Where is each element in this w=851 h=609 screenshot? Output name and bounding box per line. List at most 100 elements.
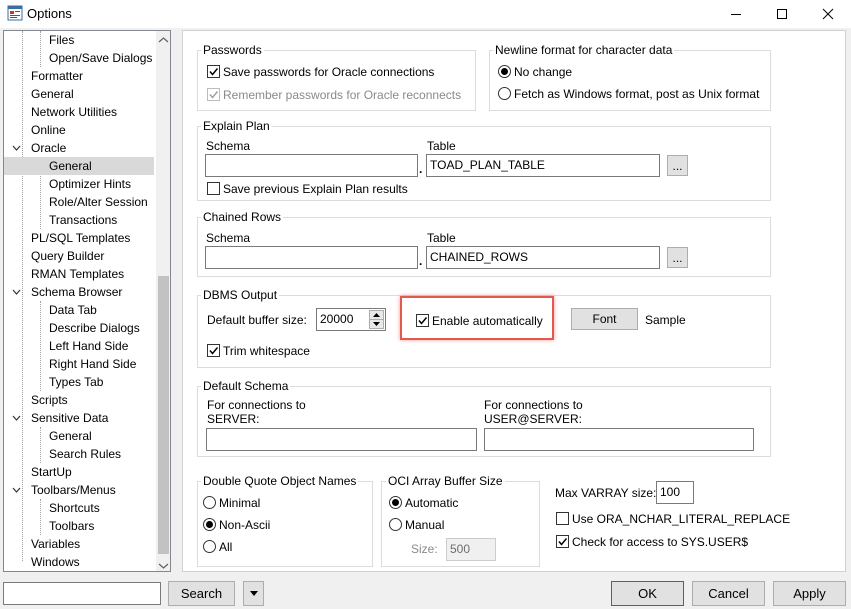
newline-group — [489, 50, 771, 111]
max-varray-label: Max VARRAY size: — [555, 486, 657, 500]
tree-guide-line — [40, 499, 41, 535]
tree-item-rman-templates[interactable]: RMAN Templates — [31, 265, 124, 283]
checkmark-icon — [209, 68, 219, 76]
search-button[interactable]: Search — [168, 581, 235, 606]
chained-table-input[interactable]: CHAINED_ROWS — [426, 246, 660, 269]
tree-item-left-hand-side[interactable]: Left Hand Side — [49, 337, 128, 355]
tree-item-role-alter-session[interactable]: Role/Alter Session — [49, 193, 148, 211]
chained-schema-label: Schema — [206, 231, 251, 245]
tree-scrollbar-thumb[interactable] — [158, 276, 169, 554]
tree-item-types-tab[interactable]: Types Tab — [49, 373, 103, 391]
double-quote-legend: Double Quote Object Names — [201, 474, 359, 488]
non-ascii-radio[interactable] — [203, 518, 216, 531]
save-previous-explain-checkbox[interactable] — [207, 182, 220, 195]
tree-item-search-rules[interactable]: Search Rules — [49, 445, 121, 463]
explain-table-input[interactable]: TOAD_PLAN_TABLE — [426, 154, 660, 177]
tree-item-query-builder[interactable]: Query Builder — [31, 247, 104, 265]
chevron-down-icon[interactable] — [10, 283, 22, 301]
spin-up-icon[interactable] — [369, 310, 384, 320]
tree-guide-line — [22, 31, 23, 561]
maximize-button[interactable] — [759, 0, 805, 28]
all-radio[interactable] — [203, 540, 216, 553]
manual-radio[interactable] — [389, 518, 402, 531]
cancel-button[interactable]: Cancel — [692, 581, 765, 606]
tree-item-scripts[interactable]: Scripts — [31, 391, 68, 409]
tree-item-describe-dialogs[interactable]: Describe Dialogs — [49, 319, 140, 337]
max-varray-input[interactable]: 100 — [656, 481, 694, 504]
minimal-label: Minimal — [219, 496, 261, 510]
minimize-icon — [731, 14, 741, 15]
tree-guide-line — [40, 301, 41, 391]
save-previous-explain-label: Save previous Explain Plan results — [223, 182, 408, 196]
minimal-radio[interactable] — [203, 496, 216, 509]
tree-item-general[interactable]: General — [31, 85, 74, 103]
checkmark-icon — [558, 538, 568, 546]
explain-table-label: Table — [427, 139, 456, 153]
tree-item-toolbars[interactable]: Toolbars — [49, 517, 94, 535]
tree-item-data-tab[interactable]: Data Tab — [49, 301, 97, 319]
fetch-windows-radio[interactable] — [498, 87, 511, 100]
trim-whitespace-checkbox[interactable] — [207, 344, 220, 357]
tree-item-startup[interactable]: StartUp — [31, 463, 72, 481]
remember-passwords-checkbox — [207, 88, 220, 101]
tree-item-oracle-general[interactable]: General — [49, 157, 92, 175]
fetch-windows-label: Fetch as Windows format, post as Unix fo… — [514, 87, 760, 101]
tree-item-open-save-dialogs[interactable]: Open/Save Dialogs — [49, 49, 152, 67]
scroll-up-icon[interactable] — [158, 33, 169, 47]
tree-item-right-hand-side[interactable]: Right Hand Side — [49, 355, 136, 373]
maximize-icon — [777, 9, 787, 19]
close-icon — [822, 8, 834, 20]
automatic-radio[interactable] — [389, 496, 402, 509]
newline-legend: Newline format for character data — [493, 43, 675, 57]
tree-item-toolbars-menus[interactable]: Toolbars/Menus — [31, 481, 116, 499]
search-input[interactable] — [3, 582, 161, 605]
spin-down-icon[interactable] — [369, 320, 384, 329]
nchar-literal-checkbox[interactable] — [556, 512, 569, 525]
chevron-down-icon[interactable] — [10, 409, 22, 427]
tree-item-transactions[interactable]: Transactions — [49, 211, 117, 229]
tree-item-shortcuts[interactable]: Shortcuts — [49, 499, 100, 517]
nchar-literal-label: Use ORA_NCHAR_LITERAL_REPLACE — [572, 512, 791, 526]
tree-item-files[interactable]: Files — [49, 31, 74, 49]
server-schema-input[interactable] — [206, 428, 477, 451]
sys-user-access-label: Check for access to SYS.USER$ — [572, 535, 749, 549]
tree-item-schema-browser[interactable]: Schema Browser — [31, 283, 122, 301]
tree-guide-line — [40, 31, 41, 67]
minimize-button[interactable] — [713, 0, 759, 28]
default-schema-legend: Default Schema — [201, 379, 291, 393]
chained-schema-input[interactable] — [205, 246, 418, 269]
tree-item-optimizer-hints[interactable]: Optimizer Hints — [49, 175, 131, 193]
chained-browse-button[interactable]: ... — [667, 247, 688, 268]
tree-item-variables[interactable]: Variables — [31, 535, 80, 553]
chained-dot: . — [419, 254, 423, 268]
server-label-line1: For connections to — [207, 398, 306, 412]
font-sample-label: Sample — [645, 313, 686, 327]
explain-schema-input[interactable] — [205, 154, 418, 177]
tree-item-network-utilities[interactable]: Network Utilities — [31, 103, 117, 121]
window-title: Options — [27, 6, 72, 21]
tree-item-formatter[interactable]: Formatter — [31, 67, 83, 85]
close-button[interactable] — [805, 0, 851, 28]
tree-item-sensitive-general[interactable]: General — [49, 427, 92, 445]
sys-user-access-checkbox[interactable] — [556, 535, 569, 548]
font-button[interactable]: Font — [571, 308, 638, 330]
user-server-schema-input[interactable] — [484, 428, 754, 451]
save-passwords-checkbox[interactable] — [207, 65, 220, 78]
ok-button[interactable]: OK — [611, 581, 684, 606]
options-tree[interactable]: Files Open/Save Dialogs Formatter Genera… — [3, 30, 171, 572]
scroll-down-icon[interactable] — [158, 559, 169, 571]
no-change-radio[interactable] — [498, 65, 511, 78]
tree-item-windows[interactable]: Windows — [31, 553, 80, 571]
chevron-down-icon[interactable] — [10, 139, 22, 157]
tree-item-plsql-templates[interactable]: PL/SQL Templates — [31, 229, 130, 247]
tree-item-oracle[interactable]: Oracle — [31, 139, 66, 157]
remember-passwords-label: Remember passwords for Oracle reconnects — [223, 88, 462, 102]
tree-item-online[interactable]: Online — [31, 121, 66, 139]
chevron-down-icon[interactable] — [10, 481, 22, 499]
explain-browse-button[interactable]: ... — [667, 155, 688, 176]
search-dropdown-button[interactable] — [243, 581, 264, 606]
buffer-size-spinner[interactable] — [369, 310, 384, 329]
apply-button[interactable]: Apply — [773, 581, 846, 606]
tree-item-sensitive-data[interactable]: Sensitive Data — [31, 409, 108, 427]
buffer-size-label: Default buffer size: — [207, 313, 307, 327]
